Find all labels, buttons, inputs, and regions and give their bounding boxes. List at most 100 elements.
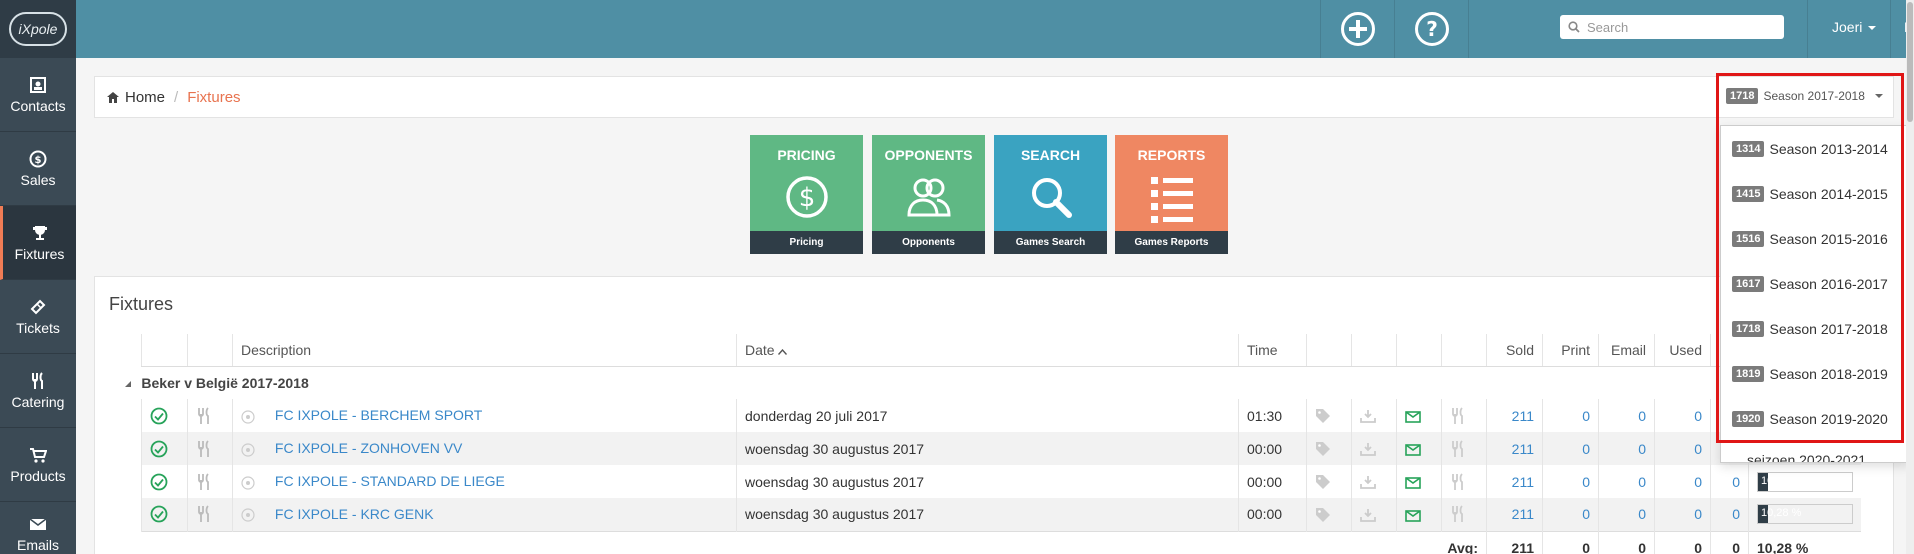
- print-cell[interactable]: 0: [1542, 465, 1599, 498]
- user-menu[interactable]: Joeri: [1832, 19, 1877, 35]
- sold-cell[interactable]: 211: [1486, 465, 1543, 498]
- export-cell: [1351, 465, 1397, 498]
- date-cell: woensdag 30 augustus 2017: [736, 465, 1239, 498]
- cutlery-icon[interactable]: [196, 440, 212, 458]
- search-box[interactable]: [1560, 15, 1784, 39]
- description-cell: FC IXPOLE - ZONHOVEN VV: [232, 432, 737, 465]
- season-option-1415[interactable]: 1415 Season 2014-2015: [1721, 171, 1909, 216]
- cutlery-icon[interactable]: [1450, 505, 1466, 523]
- envelope-icon[interactable]: [1405, 476, 1421, 489]
- cutlery-icon[interactable]: [1450, 473, 1466, 491]
- season-option-1617[interactable]: 1617 Season 2016-2017: [1721, 261, 1909, 306]
- check-circle-icon[interactable]: [150, 473, 168, 491]
- used-cell[interactable]: 0: [1654, 432, 1711, 465]
- cutlery-icon[interactable]: [196, 407, 212, 425]
- season-option-1314[interactable]: 1314 Season 2013-2014: [1721, 126, 1909, 171]
- sold-cell[interactable]: 211: [1486, 498, 1543, 531]
- email-cell[interactable]: 0: [1598, 465, 1655, 498]
- tile-opponents[interactable]: OPPONENTS Opponents: [872, 135, 985, 254]
- tile-reports[interactable]: REPORTS Games Reports: [1115, 135, 1228, 254]
- season-option-1920[interactable]: 1920 Season 2019-2020: [1721, 396, 1909, 441]
- season-option-partial[interactable]: seizoen 2020-2021: [1747, 452, 1866, 462]
- column-export: [1351, 334, 1397, 367]
- sidebar-item-emails[interactable]: Emails: [0, 502, 76, 554]
- extra-cell[interactable]: 0: [1710, 465, 1749, 498]
- column-email[interactable]: Email: [1598, 334, 1655, 367]
- envelope-icon[interactable]: [1405, 443, 1421, 456]
- season-option-1819[interactable]: 1819 Season 2018-2019: [1721, 351, 1909, 396]
- fixture-link[interactable]: FC IXPOLE - ZONHOVEN VV: [275, 440, 462, 456]
- column-date[interactable]: Date: [736, 334, 1239, 367]
- used-cell[interactable]: 0: [1654, 465, 1711, 498]
- season-option-1718[interactable]: 1718 Season 2017-2018: [1721, 306, 1909, 351]
- sidebar-item-products[interactable]: Products: [0, 428, 76, 502]
- email-cell[interactable]: 0: [1598, 399, 1655, 432]
- download-icon[interactable]: [1360, 408, 1376, 424]
- email-cell[interactable]: 0: [1598, 432, 1655, 465]
- cutlery-icon[interactable]: [196, 473, 212, 491]
- season-selector[interactable]: 1718 Season 2017-2018: [1726, 82, 1883, 110]
- page-scrollbar[interactable]: [1906, 0, 1914, 554]
- trophy-icon: [32, 225, 47, 240]
- download-icon[interactable]: [1360, 474, 1376, 490]
- print-cell[interactable]: 0: [1542, 399, 1599, 432]
- print-cell[interactable]: 0: [1542, 498, 1599, 531]
- dollar-circle-icon: $: [785, 176, 828, 218]
- envelope-icon[interactable]: [1405, 410, 1421, 423]
- check-circle-icon[interactable]: [150, 407, 168, 425]
- tile-search[interactable]: SEARCH Games Search: [994, 135, 1107, 254]
- search-input[interactable]: [1587, 19, 1777, 35]
- check-circle-icon[interactable]: [150, 505, 168, 523]
- column-sold[interactable]: Sold: [1486, 334, 1543, 367]
- add-button[interactable]: [1320, 0, 1394, 58]
- tag-icon[interactable]: [1315, 474, 1331, 490]
- scrollbar-thumb[interactable]: [1907, 2, 1913, 122]
- date-cell: woensdag 30 augustus 2017: [736, 432, 1239, 465]
- sold-cell[interactable]: 211: [1486, 399, 1543, 432]
- print-cell[interactable]: 0: [1542, 432, 1599, 465]
- season-option-label: Season 2013-2014: [1769, 140, 1888, 157]
- table-row[interactable]: FC IXPOLE - STANDARD DE LIEGE woensdag 30…: [141, 465, 1861, 498]
- download-icon[interactable]: [1360, 507, 1376, 523]
- season-option-label: Season 2017-2018: [1769, 320, 1888, 337]
- column-description[interactable]: Description: [232, 334, 737, 367]
- fixture-link[interactable]: FC IXPOLE - STANDARD DE LIEGE: [275, 473, 505, 489]
- check-circle-icon[interactable]: [150, 440, 168, 458]
- table-row[interactable]: FC IXPOLE - KRC GENK woensdag 30 augustus…: [141, 498, 1861, 531]
- cutlery-icon[interactable]: [1450, 407, 1466, 425]
- sidebar-item-contacts[interactable]: Contacts: [0, 58, 76, 132]
- email-cell[interactable]: 0: [1598, 498, 1655, 531]
- fixture-link[interactable]: FC IXPOLE - BERCHEM SPORT: [275, 407, 482, 423]
- cutlery-icon[interactable]: [1450, 440, 1466, 458]
- sidebar-item-tickets[interactable]: Tickets: [0, 280, 76, 354]
- table-row[interactable]: FC IXPOLE - ZONHOVEN VV woensdag 30 augus…: [141, 432, 1861, 465]
- sidebar-item-fixtures[interactable]: Fixtures: [0, 206, 76, 280]
- app-logo[interactable]: iXpole: [0, 0, 76, 58]
- group-row[interactable]: Beker v België 2017-2018: [123, 366, 1862, 399]
- fixture-link[interactable]: FC IXPOLE - KRC GENK: [275, 506, 434, 522]
- sidebar-item-sales[interactable]: $ Sales: [0, 132, 76, 206]
- column-catering: [187, 334, 233, 367]
- sold-cell[interactable]: 211: [1486, 432, 1543, 465]
- extra-cell[interactable]: 0: [1710, 498, 1749, 531]
- column-used[interactable]: Used: [1654, 334, 1711, 367]
- cutlery-icon[interactable]: [196, 505, 212, 523]
- tag-icon[interactable]: [1315, 507, 1331, 523]
- used-cell[interactable]: 0: [1654, 399, 1711, 432]
- sidebar-item-catering[interactable]: Catering: [0, 354, 76, 428]
- help-button[interactable]: ?: [1394, 0, 1468, 58]
- envelope-icon[interactable]: [1405, 509, 1421, 522]
- collapse-triangle-icon[interactable]: [124, 380, 132, 388]
- table-row[interactable]: FC IXPOLE - BERCHEM SPORT donderdag 20 ju…: [141, 399, 1861, 432]
- tag-cell: [1306, 432, 1352, 465]
- tile-pricing[interactable]: PRICING $ Pricing: [750, 135, 863, 254]
- season-option-label: Season 2018-2019: [1769, 365, 1888, 382]
- download-icon[interactable]: [1360, 441, 1376, 457]
- tag-icon[interactable]: [1315, 441, 1331, 457]
- used-cell[interactable]: 0: [1654, 498, 1711, 531]
- tag-icon[interactable]: [1315, 408, 1331, 424]
- column-time[interactable]: Time: [1238, 334, 1307, 367]
- breadcrumb-home[interactable]: Home: [125, 89, 165, 106]
- season-option-1516[interactable]: 1516 Season 2015-2016: [1721, 216, 1909, 261]
- column-print[interactable]: Print: [1542, 334, 1599, 367]
